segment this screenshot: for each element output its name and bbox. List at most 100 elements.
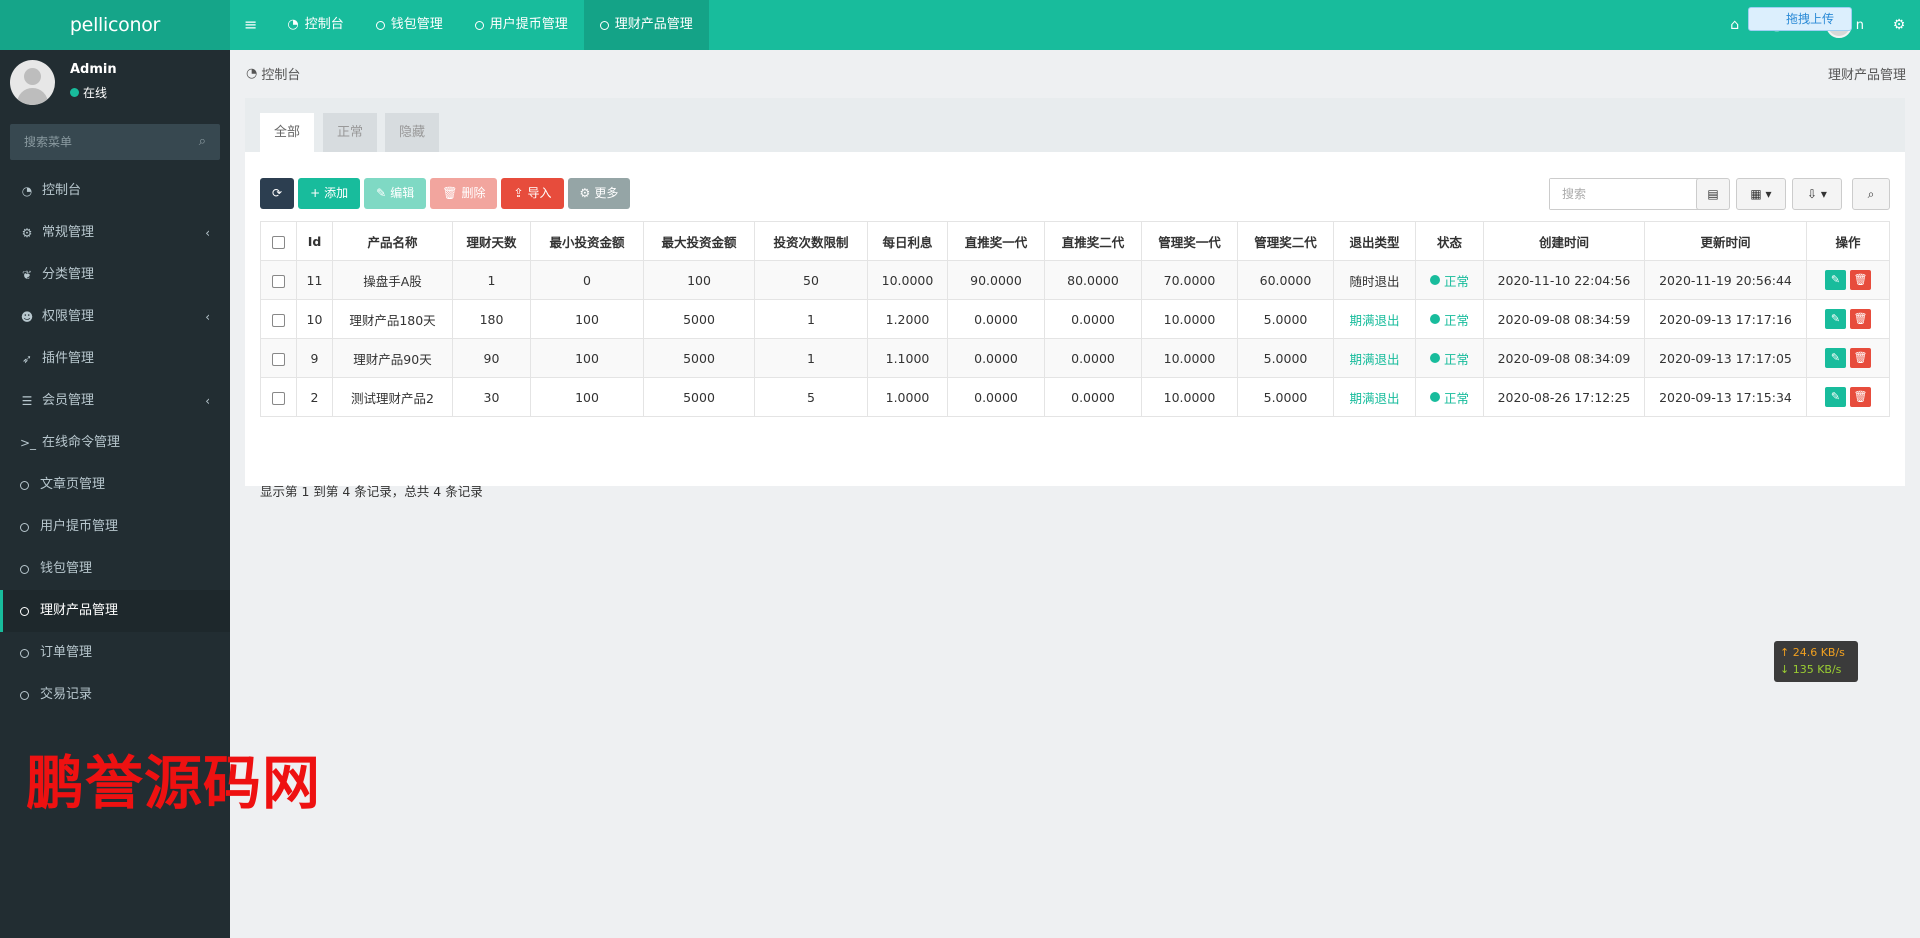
column-header[interactable]: 状态 xyxy=(1415,221,1484,261)
sidebar-item-addon[interactable]: ➶ 插件管理 xyxy=(0,338,230,380)
sidebar-item-wallet[interactable]: 钱包管理 xyxy=(0,548,230,590)
table-row[interactable]: 11 操盘手A股 1 0 100 50 10.0000 90.0000 80.0… xyxy=(260,260,1890,300)
sidebar-item-auth[interactable]: ☻ 权限管理 ‹ xyxy=(0,296,230,338)
column-header[interactable]: 每日利息 xyxy=(867,221,948,261)
add-button[interactable]: + 添加 xyxy=(298,178,361,209)
sidebar-search-input[interactable] xyxy=(10,124,190,160)
status-text: 正常 xyxy=(1443,273,1469,289)
tab-normal[interactable]: 正常 xyxy=(323,113,378,152)
chevron-left-icon: ‹ xyxy=(205,226,210,240)
tab-finance-products[interactable]: 理财产品管理 xyxy=(583,0,709,50)
table-row[interactable]: 2 测试理财产品2 30 100 5000 5 1.0000 0.0000 0.… xyxy=(260,377,1890,417)
refresh-button[interactable]: ⟳ xyxy=(260,178,295,209)
tab-label: 用户提币管理 xyxy=(489,17,568,32)
user-status: 在线 xyxy=(70,84,107,101)
cell-limit: 5 xyxy=(754,377,868,417)
column-header[interactable]: Id xyxy=(296,221,333,261)
circle-icon xyxy=(599,20,609,30)
cell-interest: 1.2000 xyxy=(867,299,948,339)
edit-row-button[interactable]: ✎ xyxy=(1825,270,1846,290)
cell-name: 操盘手A股 xyxy=(332,260,453,300)
cell-created: 2020-11-10 22:04:56 xyxy=(1483,260,1645,300)
cell-exit-type: 期满退出 xyxy=(1333,299,1416,339)
cell-id: 10 xyxy=(296,299,333,339)
search-icon[interactable]: ⌕ xyxy=(199,134,206,149)
delete-row-button[interactable]: 🗑 xyxy=(1850,348,1871,368)
drag-upload-button[interactable]: 拖拽上传 xyxy=(1748,7,1852,31)
sidebar-item-article[interactable]: 文章页管理 xyxy=(0,464,230,506)
delete-row-button[interactable]: 🗑 xyxy=(1850,309,1871,329)
column-header[interactable]: 最小投资金额 xyxy=(530,221,644,261)
breadcrumb[interactable]: ◔ 控制台 xyxy=(246,64,300,83)
status-badge[interactable]: 正常 xyxy=(1429,388,1469,407)
row-checkbox[interactable] xyxy=(272,391,285,405)
sidebar-item-dashboard[interactable]: ◔ 控制台 xyxy=(0,170,230,212)
cog-icon: ⚙ xyxy=(579,186,591,200)
row-checkbox[interactable] xyxy=(272,274,285,288)
sidebar-item-category[interactable]: ❦ 分类管理 xyxy=(0,254,230,296)
sidebar-item-general[interactable]: ⚙ 常规管理 ‹ xyxy=(0,212,230,254)
sidebar-item-withdraw[interactable]: 用户提币管理 xyxy=(0,506,230,548)
column-header[interactable]: 最大投资金额 xyxy=(643,221,755,261)
edit-button[interactable]: ✎ 编辑 xyxy=(364,178,427,209)
tab-wallet[interactable]: 钱包管理 xyxy=(360,0,459,50)
table-search-input[interactable] xyxy=(1550,179,1720,209)
cell-interest: 10.0000 xyxy=(867,260,948,300)
more-button[interactable]: ⚙ 更多 xyxy=(567,178,631,209)
cell-exit-type: 随时退出 xyxy=(1333,260,1416,300)
edit-row-button[interactable]: ✎ xyxy=(1825,387,1846,407)
column-header[interactable]: 直推奖二代 xyxy=(1044,221,1142,261)
table-row[interactable]: 10 理财产品180天 180 100 5000 1 1.2000 0.0000… xyxy=(260,299,1890,339)
status-badge[interactable]: 正常 xyxy=(1429,349,1469,368)
sidebar-item-command[interactable]: >_ 在线命令管理 xyxy=(0,422,230,464)
circle-icon xyxy=(474,20,484,30)
cell-ops: ✎ 🗑 xyxy=(1806,260,1890,300)
tab-hidden[interactable]: 隐藏 xyxy=(385,113,440,152)
edit-row-button[interactable]: ✎ xyxy=(1825,348,1846,368)
delete-button[interactable]: 🗑 删除 xyxy=(430,178,498,209)
delete-row-button[interactable]: 🗑 xyxy=(1850,387,1871,407)
settings-icon[interactable]: ⚙ xyxy=(1878,17,1920,33)
import-button[interactable]: ⇪ 导入 xyxy=(501,178,564,209)
export-button[interactable]: ⇩ ▾ xyxy=(1792,178,1842,210)
cell-days: 1 xyxy=(452,260,531,300)
row-checkbox[interactable] xyxy=(272,313,285,327)
circle-icon xyxy=(20,480,29,490)
column-header[interactable]: 管理奖一代 xyxy=(1141,221,1238,261)
cell-created: 2020-08-26 17:12:25 xyxy=(1483,377,1645,417)
sidebar-item-member[interactable]: ☰ 会员管理 ‹ xyxy=(0,380,230,422)
column-header[interactable]: 直推奖一代 xyxy=(947,221,1045,261)
tab-label: 控制台 xyxy=(304,17,344,32)
column-header[interactable]: 投资次数限制 xyxy=(754,221,868,261)
table-row[interactable]: 9 理财产品90天 90 100 5000 1 1.1000 0.0000 0.… xyxy=(260,338,1890,378)
leaf-icon: ❦ xyxy=(21,268,33,282)
status-badge[interactable]: 正常 xyxy=(1429,271,1469,290)
column-header[interactable]: 管理奖二代 xyxy=(1237,221,1334,261)
sidebar-item-orders[interactable]: 订单管理 xyxy=(0,632,230,674)
column-header[interactable]: 产品名称 xyxy=(332,221,453,261)
column-header[interactable]: 理财天数 xyxy=(452,221,531,261)
sidebar-item-finance-products[interactable]: 理财产品管理 xyxy=(0,590,230,632)
edit-row-button[interactable]: ✎ xyxy=(1825,309,1846,329)
toggle-view-button[interactable]: ▤ xyxy=(1696,178,1730,210)
logo[interactable]: pelliconor xyxy=(0,0,230,50)
cell-manage2: 60.0000 xyxy=(1237,260,1334,300)
cell-exit-type: 期满退出 xyxy=(1333,377,1416,417)
sidebar-item-transactions[interactable]: 交易记录 xyxy=(0,674,230,716)
tab-withdraw[interactable]: 用户提币管理 xyxy=(459,0,584,50)
row-checkbox[interactable] xyxy=(272,352,285,366)
search-button[interactable]: ⌕ xyxy=(1852,178,1890,210)
column-header[interactable]: 更新时间 xyxy=(1644,221,1807,261)
top-navbar: pelliconor ≡ ◔控制台 钱包管理 用户提币管理 理财产品管理 ⌂ 🗑… xyxy=(0,0,1920,50)
tab-dashboard[interactable]: ◔ 控制台 xyxy=(271,0,359,50)
columns-button[interactable]: ▦ ▾ xyxy=(1736,178,1786,210)
column-header[interactable]: 退出类型 xyxy=(1333,221,1416,261)
column-header[interactable]: 创建时间 xyxy=(1483,221,1645,261)
select-all-checkbox[interactable] xyxy=(272,235,285,249)
status-badge[interactable]: 正常 xyxy=(1429,310,1469,329)
tab-all[interactable]: 全部 xyxy=(260,113,315,152)
cell-max: 5000 xyxy=(643,377,755,417)
sidebar-toggle-icon[interactable]: ≡ xyxy=(230,0,271,50)
status-dot-icon xyxy=(1429,392,1440,402)
delete-row-button[interactable]: 🗑 xyxy=(1850,270,1871,290)
